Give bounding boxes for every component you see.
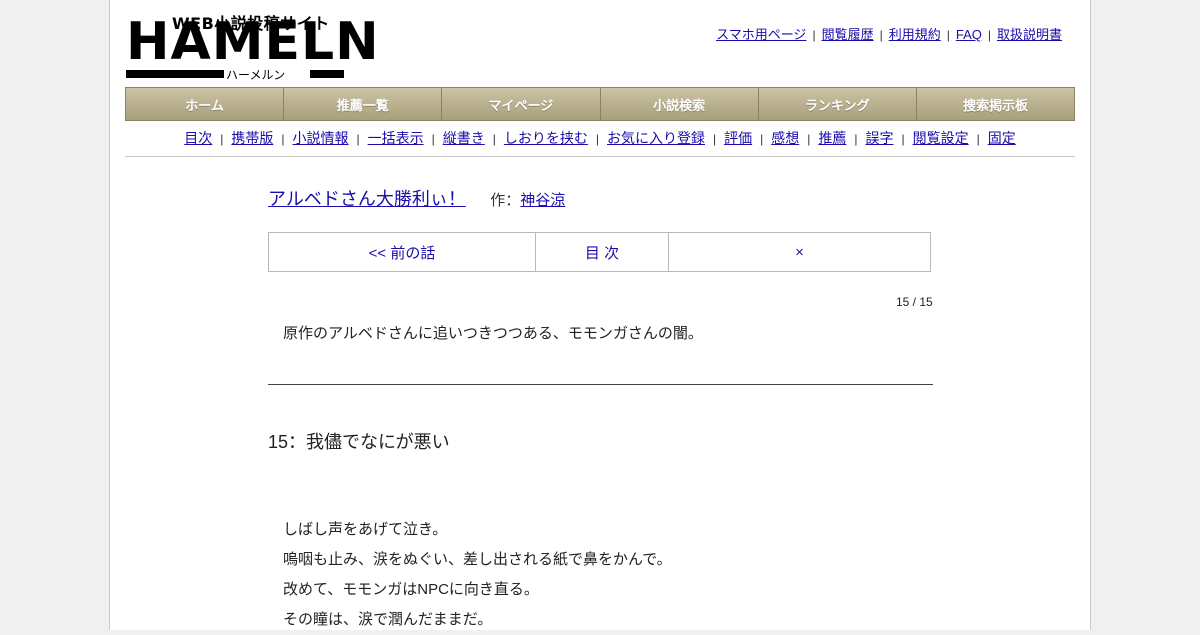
prev-chapter-link[interactable]: << 前の話 (268, 232, 536, 272)
separator: | (812, 28, 816, 42)
top-links: スマホ用ページ | 閲覧履歴 | 利用規約 | FAQ | 取扱説明書 (716, 24, 1062, 43)
site-logo[interactable]: WEB小説投稿サイト HAMELN ハーメルン (126, 10, 379, 82)
subnav-vertical[interactable]: 縦書き (443, 130, 485, 146)
separator: | (854, 132, 858, 146)
body-line: 改めて、モモンガはNPCに向き直る。 (283, 581, 539, 598)
page-container: WEB小説投稿サイト HAMELN ハーメルン スマホ用ページ | 閲覧履歴 | 利用規… (109, 0, 1091, 630)
novel-title-link[interactable]: アルベドさん大勝利ぃ！ (268, 189, 466, 209)
next-chapter-link[interactable]: × (668, 232, 931, 272)
novel-header: アルベドさん大勝利ぃ！ 作：神谷涼 (268, 185, 565, 211)
sub-nav: 目次 | 携帯版 | 小説情報 | 一括表示 | 縦書き | しおりを挟む | お気に入り登録 | 評価 | 感… (125, 128, 1075, 157)
subnav-novel-info[interactable]: 小説情報 (293, 130, 349, 146)
logo-wordmark: HAMELN (126, 12, 380, 72)
body-line: しばし声をあげて泣き。 (283, 521, 448, 538)
chapter-counter: 15 / 15 (896, 295, 933, 309)
divider (268, 384, 933, 385)
body-line: その瞳は、涙で潤んだままだ。 (283, 611, 493, 628)
logo-underline-right (310, 70, 344, 78)
subnav-rating[interactable]: 評価 (724, 130, 752, 146)
toplink-terms[interactable]: 利用規約 (889, 27, 941, 42)
body-line: 嗚咽も止み、涙をぬぐい、差し出される紙で鼻をかんで。 (283, 551, 672, 568)
subnav-mobile[interactable]: 携帯版 (231, 130, 273, 146)
subnav-show-all[interactable]: 一括表示 (368, 130, 424, 146)
subnav-toc[interactable]: 目次 (184, 130, 212, 146)
nav-recommendations[interactable]: 推薦一覧 (284, 88, 443, 120)
chapter-title: 15：我儘でなにが悪い (268, 432, 450, 452)
nav-home[interactable]: ホーム (126, 88, 285, 120)
separator: | (879, 28, 883, 42)
author-link[interactable]: 神谷涼 (520, 192, 565, 209)
nav-mypage[interactable]: マイページ (442, 88, 601, 120)
subnav-recommend[interactable]: 推薦 (818, 130, 846, 146)
separator: | (807, 132, 811, 146)
separator: | (281, 132, 285, 146)
author-label: 作： (490, 192, 521, 209)
subnav-bookmark[interactable]: しおりを挟む (504, 130, 588, 146)
chapter-preface: 原作のアルベドさんに追いつきつつある、モモンガさんの闇。 (283, 325, 703, 342)
subnav-typo[interactable]: 誤字 (866, 130, 894, 146)
separator: | (760, 132, 764, 146)
toplink-manual[interactable]: 取扱説明書 (997, 27, 1062, 42)
separator: | (946, 28, 950, 42)
separator: | (987, 28, 991, 42)
main-nav: ホーム 推薦一覧 マイページ 小説検索 ランキング 捜索掲示板 (125, 87, 1075, 121)
nav-search[interactable]: 小説検索 (600, 88, 759, 120)
separator: | (220, 132, 224, 146)
chapter-body: しばし声をあげて泣き。 嗚咽も止み、涙をぬぐい、差し出される紙で鼻をかんで。 改… (283, 515, 672, 635)
nav-ranking[interactable]: ランキング (758, 88, 917, 120)
nav-board[interactable]: 捜索掲示板 (916, 88, 1075, 120)
chapter-nav: << 前の話 目 次 × (268, 232, 931, 272)
subnav-view-settings[interactable]: 閲覧設定 (913, 130, 969, 146)
logo-underline-left (126, 70, 224, 78)
separator: | (492, 132, 496, 146)
separator: | (901, 132, 905, 146)
toplink-faq[interactable]: FAQ (956, 27, 982, 42)
separator: | (595, 132, 599, 146)
subnav-favorite[interactable]: お気に入り登録 (607, 130, 705, 146)
logo-kana: ハーメルン (226, 68, 286, 82)
separator: | (976, 132, 980, 146)
toplink-smartphone[interactable]: スマホ用ページ (716, 27, 806, 42)
toplink-history[interactable]: 閲覧履歴 (822, 27, 874, 42)
separator: | (431, 132, 435, 146)
separator: | (356, 132, 360, 146)
subnav-fixed[interactable]: 固定 (988, 130, 1016, 146)
subnav-comments[interactable]: 感想 (771, 130, 799, 146)
toc-link[interactable]: 目 次 (535, 232, 669, 272)
separator: | (713, 132, 717, 146)
